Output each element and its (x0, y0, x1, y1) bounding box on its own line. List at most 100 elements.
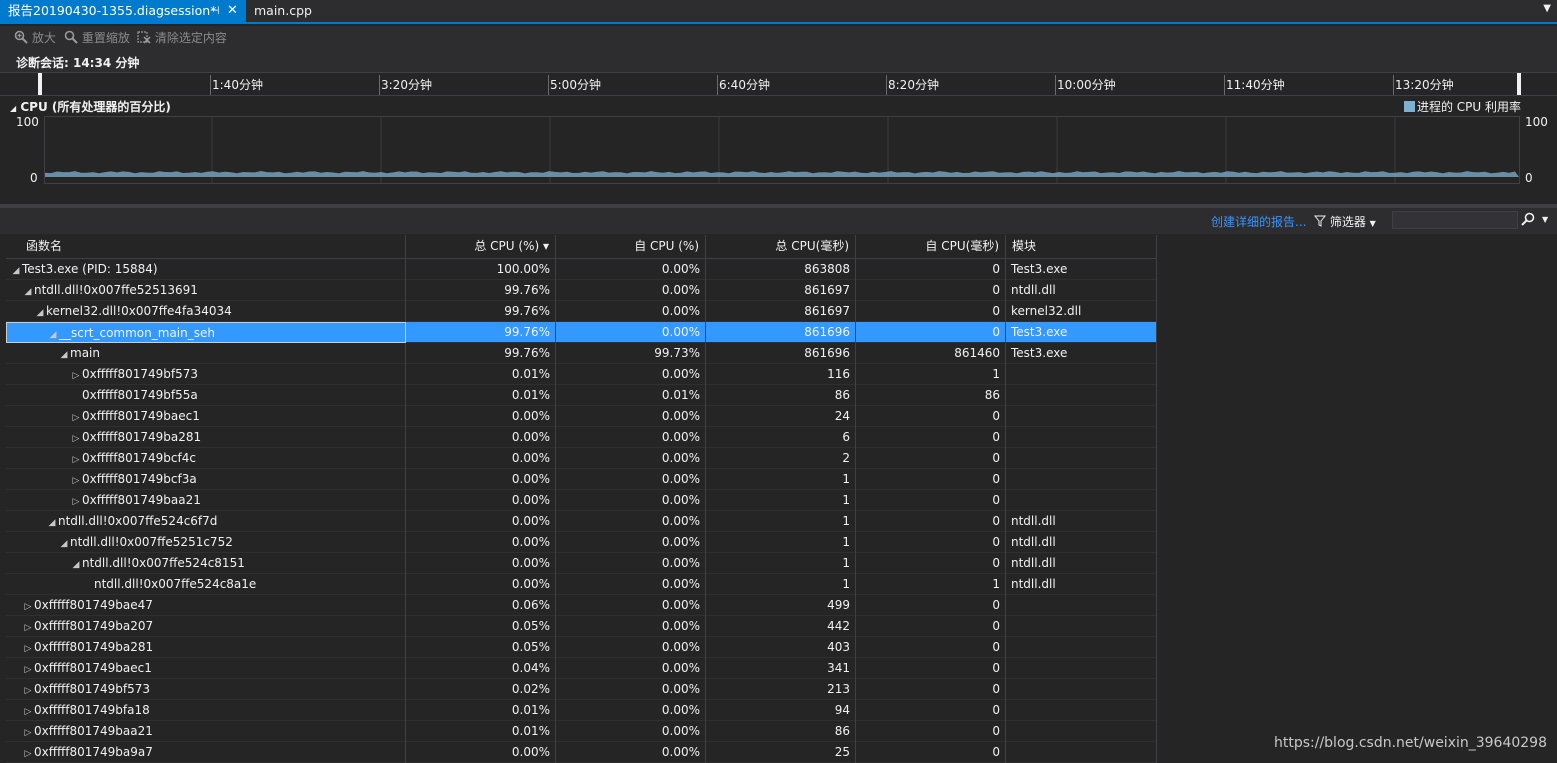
expand-icon[interactable]: ▷ (22, 681, 34, 700)
clear-selection-button[interactable]: 清除选定内容 (137, 30, 227, 46)
column-total-cpu-ms[interactable]: 总 CPU(毫秒) (706, 235, 856, 259)
collapse-icon[interactable]: ◢ (70, 555, 82, 574)
function-name-cell[interactable]: ◢ ntdll.dll!0x007ffe524c6f7d (6, 511, 406, 532)
expand-icon[interactable]: ▷ (22, 639, 34, 658)
function-name-cell[interactable]: ntdll.dll!0x007ffe524c8a1e (6, 574, 406, 595)
table-row[interactable]: 0xfffff801749bf55a 0.01% 0.01% 86 86 (6, 385, 1157, 406)
ruler-end-handle[interactable] (1517, 73, 1521, 95)
function-name-cell[interactable]: 0xfffff801749bf55a (6, 385, 406, 406)
time-ruler[interactable]: 1:40分钟 3:20分钟 5:00分钟 6:40分钟 8:20分钟 10:00分钟 11:… (0, 72, 1557, 96)
collapse-icon[interactable]: ◢ (10, 104, 16, 113)
table-row[interactable]: ◢ kernel32.dll!0x007ffe4fa34034 99.76% 0.00… (6, 301, 1157, 322)
function-name-cell[interactable]: ◢ ntdll.dll!0x007ffe52513691 (6, 280, 406, 301)
cpu-plot-area[interactable] (44, 116, 1520, 184)
pin-icon[interactable]: ⊣ (210, 0, 220, 22)
table-row[interactable]: ▷ 0xfffff801749bcf3a 0.00% 0.00% 1 0 (6, 469, 1157, 490)
search-icon[interactable] (1521, 212, 1535, 230)
expand-icon[interactable]: ▷ (70, 366, 82, 385)
function-name-cell[interactable]: ▷ 0xfffff801749ba281 (6, 427, 406, 448)
table-row[interactable]: ntdll.dll!0x007ffe524c8a1e 0.00% 0.00% 1 1 nt… (6, 574, 1157, 595)
collapse-icon[interactable]: ◢ (47, 325, 59, 342)
function-name-cell[interactable]: ▷ 0xfffff801749ba281 (6, 637, 406, 658)
tab-main-cpp[interactable]: main.cpp (246, 0, 366, 22)
expand-icon[interactable]: ▷ (22, 744, 34, 763)
column-module[interactable]: 模块 (1006, 235, 1157, 259)
table-row[interactable]: ▷ 0xfffff801749baa21 0.00% 0.00% 1 0 (6, 490, 1157, 511)
collapse-icon[interactable]: ◢ (58, 534, 70, 553)
table-row[interactable]: ◢ Test3.exe (PID: 15884) 100.00% 0.00% 86380… (6, 259, 1157, 280)
expand-icon[interactable]: ▷ (70, 471, 82, 490)
table-row[interactable]: ▷ 0xfffff801749bfa18 0.01% 0.00% 94 0 (6, 700, 1157, 721)
collapse-icon[interactable]: ◢ (22, 282, 34, 301)
column-self-cpu-percent[interactable]: 自 CPU (%) (556, 235, 706, 259)
expand-icon[interactable]: ▷ (70, 450, 82, 469)
table-row[interactable]: ◢ ntdll.dll!0x007ffe524c8151 0.00% 0.00% 1 0 n… (6, 553, 1157, 574)
table-row[interactable]: ◢ __scrt_common_main_seh 99.76% 0.00% 861696… (6, 322, 1157, 343)
function-name-cell[interactable]: ▷ 0xfffff801749baec1 (6, 406, 406, 427)
expand-icon[interactable]: ▷ (22, 618, 34, 637)
table-row[interactable]: ▷ 0xfffff801749bcf4c 0.00% 0.00% 2 0 (6, 448, 1157, 469)
function-name-cell[interactable]: ▷ 0xfffff801749bf573 (6, 364, 406, 385)
function-name-cell[interactable]: ▷ 0xfffff801749bf573 (6, 679, 406, 700)
table-row[interactable]: ▷ 0xfffff801749baa21 0.01% 0.00% 86 0 (6, 721, 1157, 742)
function-name-cell[interactable]: ▷ 0xfffff801749bcf3a (6, 469, 406, 490)
expand-icon[interactable]: ▷ (22, 660, 34, 679)
search-options-chevron-down-icon[interactable]: ▼ (1542, 215, 1548, 224)
expand-icon[interactable]: ▷ (22, 597, 34, 616)
function-name-cell[interactable]: ◢ __scrt_common_main_seh (6, 322, 406, 343)
collapse-icon[interactable]: ◢ (58, 345, 70, 364)
function-name-cell[interactable]: ◢ main (6, 343, 406, 364)
total-cpu-ms-cell: 86 (706, 385, 856, 406)
cpu-graph-title[interactable]: ◢ CPU (所有处理器的百分比) (10, 98, 171, 115)
function-name-cell[interactable]: ◢ ntdll.dll!0x007ffe5251c752 (6, 532, 406, 553)
collapse-icon[interactable]: ◢ (10, 261, 22, 280)
function-name-cell[interactable]: ▷ 0xfffff801749baa21 (6, 490, 406, 511)
function-name-cell[interactable]: ▷ 0xfffff801749bfa18 (6, 700, 406, 721)
function-name-cell[interactable]: ◢ Test3.exe (PID: 15884) (6, 259, 406, 280)
search-input[interactable] (1392, 211, 1518, 229)
reset-zoom-button[interactable]: 重置缩放 (64, 30, 130, 46)
column-function-name[interactable]: 函数名 (6, 235, 406, 259)
function-name-cell[interactable]: ▷ 0xfffff801749bcf4c (6, 448, 406, 469)
table-row[interactable]: ▷ 0xfffff801749baec1 0.00% 0.00% 24 0 (6, 406, 1157, 427)
table-row[interactable]: ▷ 0xfffff801749bf573 0.02% 0.00% 213 0 (6, 679, 1157, 700)
tab-diagsession[interactable]: 报告20190430-1355.diagsession* ⊣ ✕ (0, 0, 246, 22)
expand-icon[interactable]: ▷ (70, 429, 82, 448)
tab-list-dropdown-icon[interactable]: ▼ (1543, 3, 1551, 14)
table-row[interactable]: ◢ ntdll.dll!0x007ffe524c6f7d 0.00% 0.00% 1 0 n… (6, 511, 1157, 532)
table-row[interactable]: ▷ 0xfffff801749ba207 0.05% 0.00% 442 0 (6, 616, 1157, 637)
expand-icon[interactable]: ▷ (22, 702, 34, 721)
function-name: ntdll.dll!0x007ffe524c8a1e (94, 577, 257, 591)
expand-icon[interactable]: ▷ (70, 492, 82, 511)
expand-icon[interactable]: ▷ (70, 408, 82, 427)
column-self-cpu-ms[interactable]: 自 CPU(毫秒) (856, 235, 1006, 259)
table-row[interactable]: ▷ 0xfffff801749ba281 0.05% 0.00% 403 0 (6, 637, 1157, 658)
table-row[interactable]: ▷ 0xfffff801749bf573 0.01% 0.00% 116 1 (6, 364, 1157, 385)
column-total-cpu-percent[interactable]: 总 CPU (%) ▾ (406, 235, 556, 259)
filter-dropdown[interactable]: 筛选器 ▼ (1313, 213, 1376, 230)
function-name-cell[interactable]: ▷ 0xfffff801749bae47 (6, 595, 406, 616)
expand-icon[interactable]: ▷ (22, 723, 34, 742)
table-row[interactable]: ◢ ntdll.dll!0x007ffe5251c752 0.00% 0.00% 1 0 n… (6, 532, 1157, 553)
ruler-start-handle[interactable] (38, 73, 42, 95)
zoom-in-button[interactable]: 放大 (14, 30, 56, 46)
function-name-cell[interactable]: ◢ ntdll.dll!0x007ffe524c8151 (6, 553, 406, 574)
create-detailed-report-link[interactable]: 创建详细的报告... (1211, 213, 1306, 230)
self-cpu-ms-cell: 1 (856, 574, 1006, 595)
table-row[interactable]: ▷ 0xfffff801749bae47 0.06% 0.00% 499 0 (6, 595, 1157, 616)
table-row[interactable]: ▷ 0xfffff801749ba281 0.00% 0.00% 6 0 (6, 427, 1157, 448)
function-name-cell[interactable]: ▷ 0xfffff801749baa21 (6, 721, 406, 742)
function-name-cell[interactable]: ◢ kernel32.dll!0x007ffe4fa34034 (6, 301, 406, 322)
close-icon[interactable]: ✕ (227, 0, 238, 22)
table-row[interactable]: ▷ 0xfffff801749ba9a7 0.00% 0.00% 25 0 (6, 742, 1157, 763)
table-row[interactable]: ◢ main 99.76% 99.73% 861696 861460 Test3.exe (6, 343, 1157, 364)
table-row[interactable]: ▷ 0xfffff801749baec1 0.04% 0.00% 341 0 (6, 658, 1157, 679)
collapse-icon[interactable]: ◢ (46, 513, 58, 532)
function-name: ntdll.dll!0x007ffe524c6f7d (58, 514, 218, 528)
table-row[interactable]: ◢ ntdll.dll!0x007ffe52513691 99.76% 0.00% 86… (6, 280, 1157, 301)
function-name: 0xfffff801749baec1 (34, 661, 152, 675)
function-name-cell[interactable]: ▷ 0xfffff801749baec1 (6, 658, 406, 679)
collapse-icon[interactable]: ◢ (34, 303, 46, 322)
function-name-cell[interactable]: ▷ 0xfffff801749ba9a7 (6, 742, 406, 763)
function-name-cell[interactable]: ▷ 0xfffff801749ba207 (6, 616, 406, 637)
